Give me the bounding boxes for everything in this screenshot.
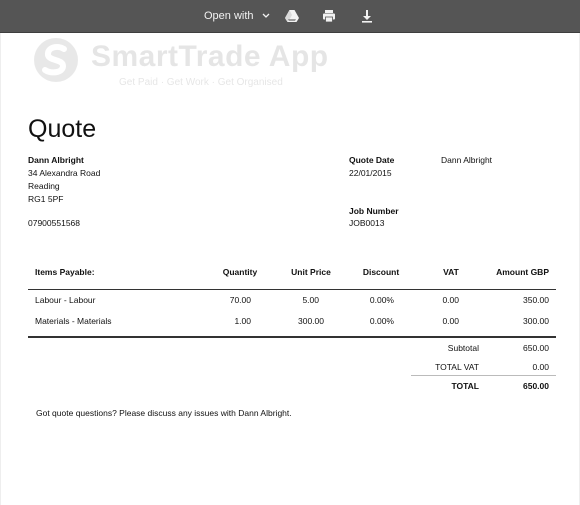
col-header-unit-price: Unit Price [291, 267, 331, 277]
sender-address-line1: 34 Alexandra Road [28, 168, 101, 178]
download-button[interactable] [359, 0, 375, 32]
row-item: Labour - Labour [35, 295, 96, 305]
recipient-name: Dann Albright [441, 155, 493, 165]
quote-date-value: 22/01/2015 [349, 168, 392, 178]
total-value: 650.00 [523, 381, 549, 391]
row-item: Materials - Materials [35, 316, 112, 326]
total-vat-label: TOTAL VAT [435, 362, 479, 372]
watermark-tagline: Get Paid · Get Work · Get Organised [119, 77, 283, 88]
col-header-discount: Discount [362, 267, 400, 277]
open-with-label: Open with [204, 10, 254, 22]
subtotal-label: Subtotal [447, 343, 479, 353]
quote-date-label: Quote Date [349, 155, 395, 165]
print-button[interactable] [321, 0, 337, 32]
table-footer-divider [28, 336, 556, 338]
row-quantity: 1.00 [234, 316, 251, 326]
print-icon [323, 10, 335, 23]
total-vat-value: 0.00 [532, 362, 549, 372]
job-number-label: Job Number [349, 206, 399, 216]
smarttrade-logo-icon [34, 38, 78, 82]
row-unit-price: 300.00 [298, 316, 324, 326]
row-vat: 0.00 [442, 295, 459, 305]
subtotal-value: 650.00 [523, 343, 549, 353]
row-unit-price: 5.00 [302, 295, 319, 305]
col-header-quantity: Quantity [222, 267, 258, 277]
row-discount: 0.00% [369, 316, 394, 326]
page-title: Quote [28, 115, 97, 143]
table-header-divider [28, 289, 556, 290]
quote-footer-note: Got quote questions? Please discuss any … [36, 408, 292, 418]
sender-name: Dann Albright [28, 155, 84, 165]
sender-address-line2: Reading [28, 181, 60, 191]
row-amount: 300.00 [523, 316, 549, 326]
sender-phone: 07900551568 [28, 218, 81, 228]
row-vat: 0.00 [442, 316, 459, 326]
google-drive-icon [285, 10, 299, 22]
viewer-toolbar: Open with [0, 0, 580, 33]
chevron-down-icon [262, 10, 270, 22]
sender-postcode: RG1 5PF [28, 194, 64, 204]
totals-divider [411, 375, 556, 376]
watermark-title: SmartTrade App [91, 40, 329, 73]
total-label: TOTAL [451, 381, 479, 391]
row-amount: 350.00 [523, 295, 549, 305]
open-with-button[interactable]: Open with [204, 0, 270, 32]
row-discount: 0.00% [369, 295, 394, 305]
row-quantity: 70.00 [229, 295, 251, 305]
job-number-value: JOB0013 [349, 218, 385, 228]
document-page: SmartTrade App Get Paid · Get Work · Get… [1, 33, 579, 505]
col-header-item: Items Payable: [35, 267, 95, 277]
col-header-amount: Amount GBP [496, 267, 549, 277]
col-header-vat: VAT [443, 267, 459, 277]
add-to-drive-button[interactable] [284, 0, 300, 32]
download-icon [362, 10, 372, 23]
